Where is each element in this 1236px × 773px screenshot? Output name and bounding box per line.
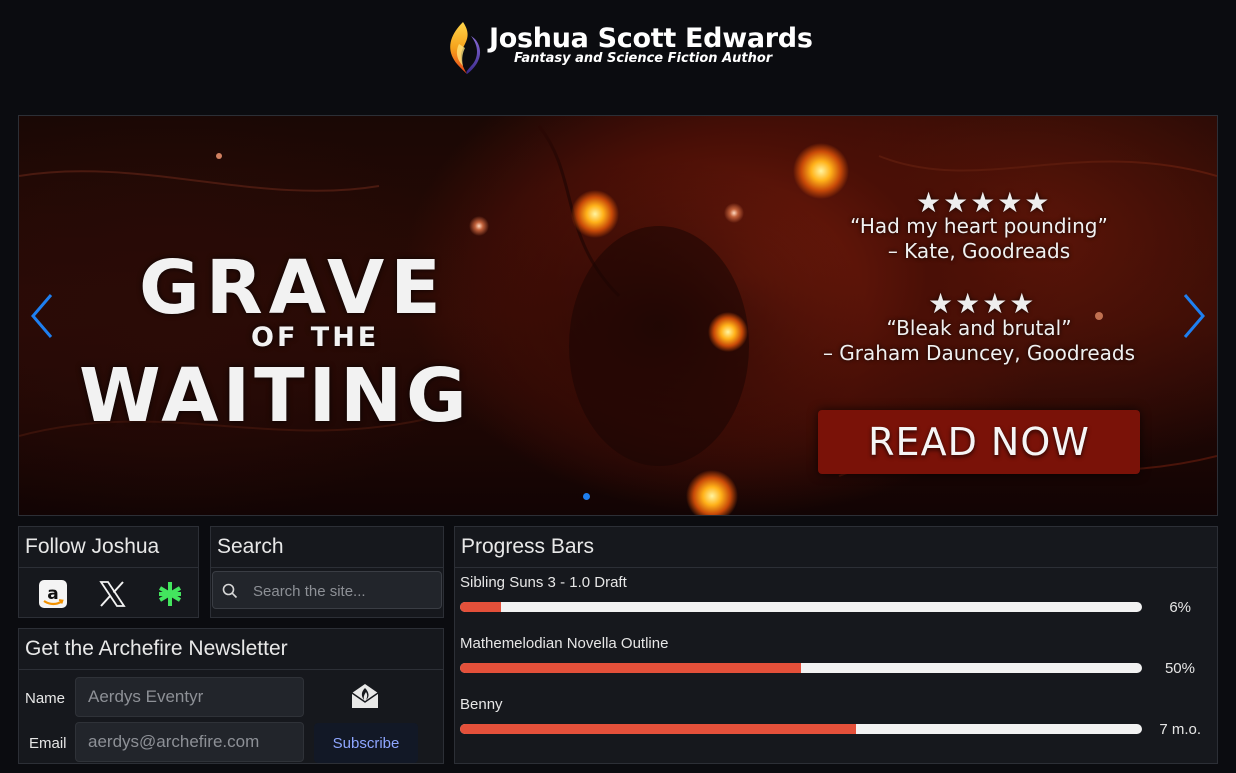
x-twitter-icon[interactable]	[97, 579, 127, 609]
review2-stars: ★★★★	[928, 288, 1037, 319]
review1-quote: “Had my heart pounding”	[850, 214, 1108, 238]
search-input[interactable]	[251, 572, 440, 610]
carousel-next-icon[interactable]	[1179, 291, 1209, 341]
carousel-indicator-dot[interactable]	[583, 493, 590, 500]
name-label: Name	[25, 690, 66, 707]
name-field[interactable]	[75, 677, 304, 717]
flame-logo-icon[interactable]	[441, 20, 485, 76]
search-box[interactable]	[212, 571, 442, 610]
site-tagline: Fantasy and Science Fiction Author	[514, 51, 773, 66]
mail-flame-icon	[351, 684, 379, 708]
progress-widget: Progress Bars Sibling Suns 3 - 1.0 Draft…	[454, 526, 1218, 764]
search-title: Search	[211, 527, 443, 568]
progress-item-label: Sibling Suns 3 - 1.0 Draft	[460, 574, 627, 591]
review2-attribution: – Graham Dauncey, Goodreads	[822, 341, 1136, 365]
hero-title-line3: WAITING	[79, 353, 471, 439]
hero-title-line2: OF THE	[251, 322, 380, 353]
progress-title: Progress Bars	[455, 527, 1217, 568]
hero-carousel[interactable]: GRAVE OF THE WAITING ★★★★★ “Had my heart…	[18, 115, 1218, 516]
progress-bar-fill	[460, 602, 501, 612]
subscribe-button[interactable]: Subscribe	[314, 723, 418, 763]
progress-bar-track	[460, 663, 1142, 673]
hero-title-line1: GRAVE	[139, 245, 447, 331]
follow-widget: Follow Joshua a	[18, 526, 199, 618]
progress-item-value: 6%	[1169, 599, 1191, 616]
progress-bar-fill	[460, 724, 856, 734]
newsletter-title: Get the Archefire Newsletter	[19, 629, 443, 670]
newsletter-widget: Get the Archefire Newsletter Name Email …	[18, 628, 444, 764]
carousel-prev-icon[interactable]	[27, 291, 57, 341]
linktree-icon[interactable]	[155, 579, 185, 609]
read-now-button[interactable]: READ NOW	[818, 410, 1140, 474]
email-label: Email	[29, 735, 67, 752]
progress-item-label: Benny	[460, 696, 503, 713]
progress-item-label: Mathemelodian Novella Outline	[460, 635, 669, 652]
amazon-icon[interactable]: a	[38, 579, 68, 609]
progress-bar-fill	[460, 663, 801, 673]
follow-title: Follow Joshua	[19, 527, 198, 568]
review2-quote: “Bleak and brutal”	[886, 316, 1072, 340]
search-icon[interactable]	[222, 583, 238, 599]
review1-attribution: – Kate, Goodreads	[887, 239, 1071, 263]
site-header: Joshua Scott Edwards Fantasy and Science…	[0, 0, 1236, 100]
progress-bar-track	[460, 724, 1142, 734]
progress-bar-track	[460, 602, 1142, 612]
email-field[interactable]	[75, 722, 304, 762]
search-widget: Search	[210, 526, 444, 618]
svg-text:a: a	[47, 584, 58, 604]
progress-item-value: 7 m.o.	[1159, 721, 1201, 738]
progress-item-value: 50%	[1164, 660, 1195, 677]
